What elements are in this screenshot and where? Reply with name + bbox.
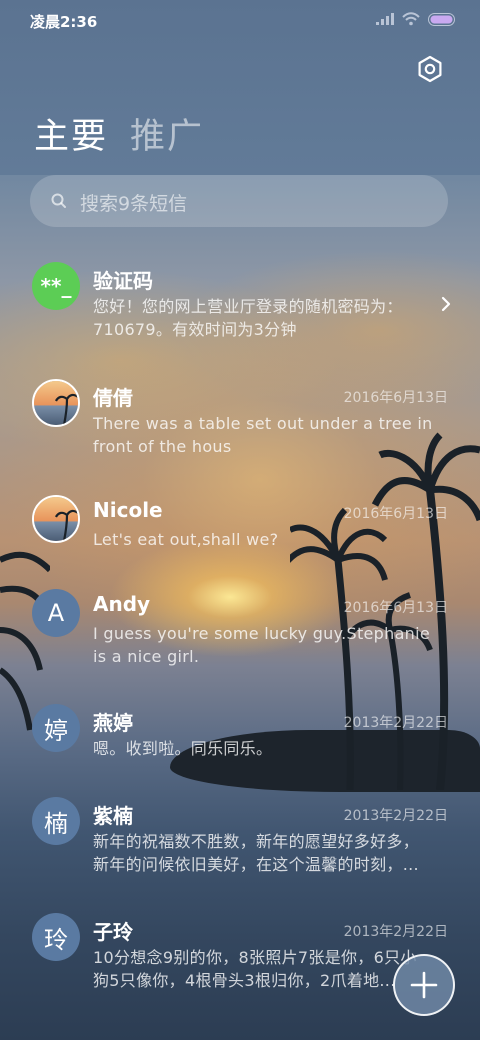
sunset-photo-avatar bbox=[34, 381, 78, 425]
preview-line: is a nice girl. bbox=[93, 647, 200, 666]
thread-name: 燕婷 bbox=[93, 711, 133, 735]
gear-icon[interactable] bbox=[416, 55, 444, 83]
plus-icon bbox=[410, 971, 438, 999]
thread-preview: I guess you're some lucky guy.Stephanie … bbox=[93, 622, 453, 668]
thread-preview: There was a table set out under a tree i… bbox=[93, 412, 453, 458]
avatar bbox=[32, 379, 80, 427]
thread-name: 倩倩 bbox=[93, 386, 133, 410]
thread-date: 2016年6月13日 bbox=[343, 390, 448, 406]
preview-line: 新年的祝福数不胜数，新年的愿望好多好多， bbox=[93, 832, 420, 851]
status-time: 凌晨2:36 bbox=[30, 13, 98, 31]
thread-date: 2013年2月22日 bbox=[343, 924, 448, 940]
preview-line: 710679。有效时间为3分钟 bbox=[93, 320, 297, 339]
tab-promotions[interactable]: 推广 bbox=[130, 108, 204, 159]
thread-name: 子玲 bbox=[93, 920, 133, 944]
tab-bar: 主要 推广 bbox=[34, 108, 204, 159]
thread-preview: 新年的祝福数不胜数，新年的愿望好多好多， 新年的问候依旧美好，在这个温馨的时刻，… bbox=[93, 830, 453, 876]
wifi-icon bbox=[402, 12, 420, 26]
avatar: **_ bbox=[32, 262, 80, 310]
status-bar: 凌晨2:36 bbox=[0, 0, 480, 44]
avatar: 楠 bbox=[32, 797, 80, 845]
sunset-photo-avatar bbox=[34, 497, 78, 541]
thread-preview: Let's eat out,shall we? bbox=[93, 528, 453, 551]
search-icon bbox=[51, 193, 66, 208]
search-bar[interactable]: 搜索9条短信 bbox=[30, 175, 448, 227]
tab-primary[interactable]: 主要 bbox=[34, 108, 108, 159]
thread-item[interactable]: 楠 紫楠 2013年2月22日 新年的祝福数不胜数，新年的愿望好多好多， 新年的… bbox=[0, 797, 480, 907]
thread-item[interactable]: A Andy 2016年6月13日 I guess you're some lu… bbox=[0, 589, 480, 699]
avatar: A bbox=[32, 589, 80, 637]
signal-icon bbox=[376, 13, 394, 25]
preview-line: front of the hous bbox=[93, 437, 232, 456]
preview-line: There was a table set out under a tree i… bbox=[93, 414, 433, 433]
preview-line: I guess you're some lucky guy.Stephanie bbox=[93, 624, 431, 643]
thread-date: 2013年2月22日 bbox=[343, 715, 448, 731]
thread-preview: 您好！您的网上营业厅登录的随机密码为： 710679。有效时间为3分钟 bbox=[93, 295, 453, 341]
search-placeholder: 搜索9条短信 bbox=[80, 193, 188, 215]
thread-name: 紫楠 bbox=[93, 804, 133, 828]
thread-item[interactable]: **_ 验证码 您好！您的网上营业厅登录的随机密码为： 710679。有效时间为… bbox=[0, 262, 480, 372]
thread-name: Andy bbox=[93, 592, 151, 616]
compose-button[interactable] bbox=[393, 954, 455, 1016]
thread-date: 2016年6月13日 bbox=[343, 506, 448, 522]
thread-date: 2016年6月13日 bbox=[343, 600, 448, 616]
preview-line: 嗯。收到啦。同乐同乐。 bbox=[93, 739, 273, 758]
thread-item[interactable]: 倩倩 2016年6月13日 There was a table set out … bbox=[0, 379, 480, 489]
avatar bbox=[32, 495, 80, 543]
preview-line: 新年的问候依旧美好，在这个温馨的时刻，... bbox=[93, 855, 419, 874]
chevron-right-icon[interactable] bbox=[440, 296, 452, 312]
avatar-badge-text: **_ bbox=[40, 274, 72, 298]
thread-date: 2013年2月22日 bbox=[343, 808, 448, 824]
thread-preview: 嗯。收到啦。同乐同乐。 bbox=[93, 737, 453, 760]
preview-line: Let's eat out,shall we? bbox=[93, 530, 279, 549]
avatar: 玲 bbox=[32, 913, 80, 961]
battery-icon bbox=[428, 12, 455, 26]
thread-name: Nicole bbox=[93, 498, 163, 522]
thread-name: 验证码 bbox=[93, 269, 153, 293]
preview-line: 您好！您的网上营业厅登录的随机密码为： bbox=[93, 297, 403, 316]
avatar: 婷 bbox=[32, 704, 80, 752]
